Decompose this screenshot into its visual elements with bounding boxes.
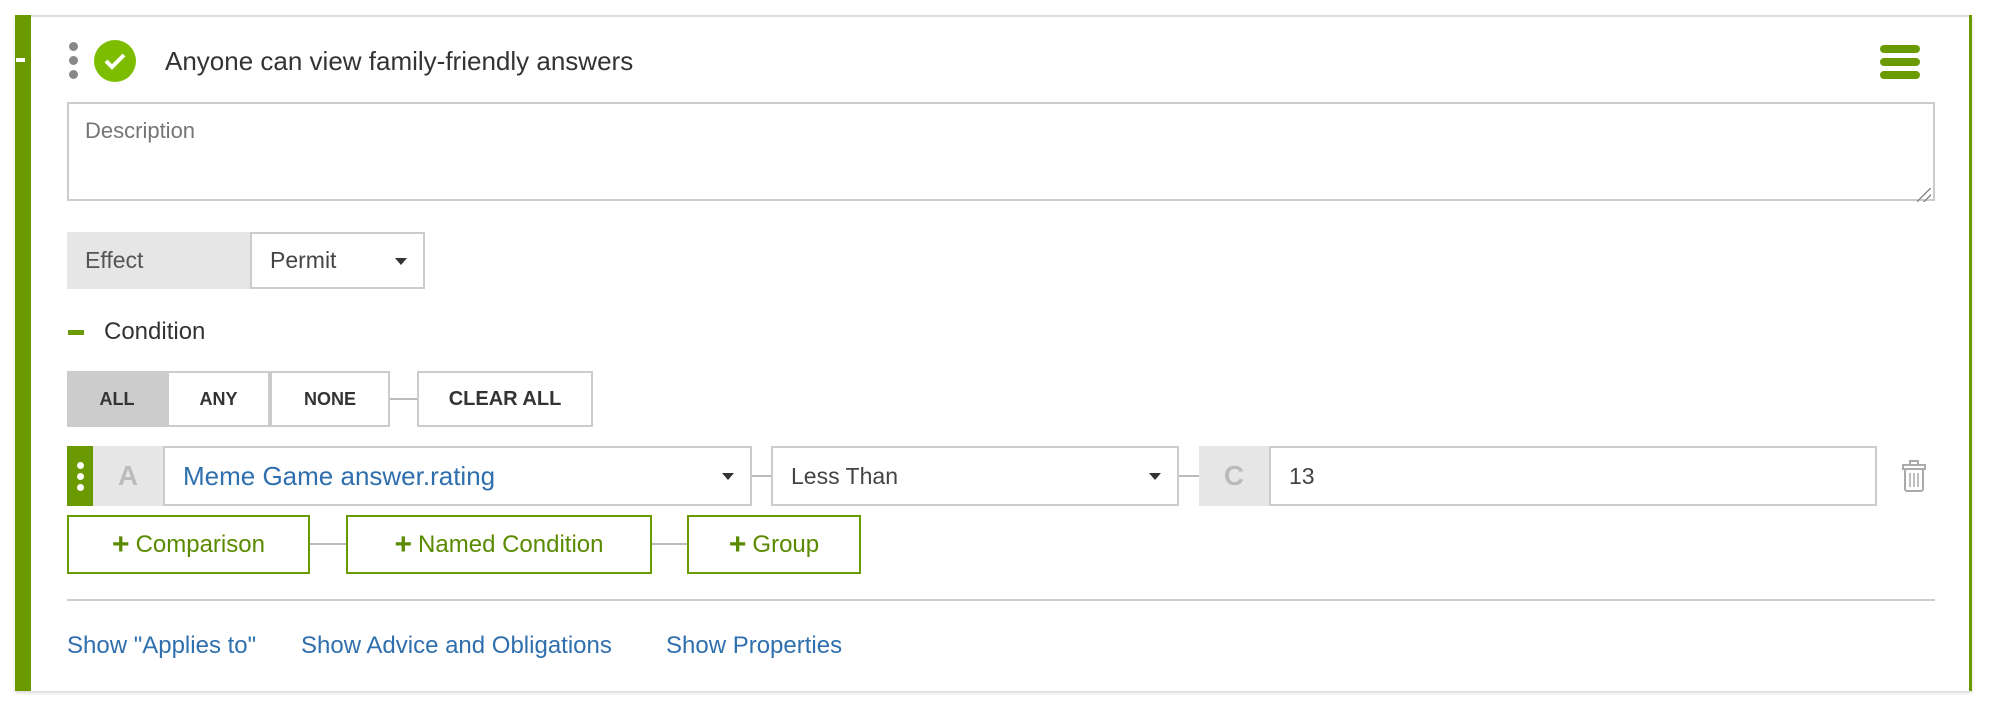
connector-line — [652, 543, 687, 545]
effect-select[interactable]: Permit — [250, 232, 425, 289]
add-comparison-button[interactable]: + Comparison — [67, 515, 310, 574]
comparison-drag-handle[interactable] — [67, 446, 93, 506]
value-text: 13 — [1289, 462, 1315, 489]
plus-icon: + — [394, 527, 413, 561]
collapse-icon[interactable] — [16, 58, 25, 62]
connector-line — [1179, 475, 1199, 477]
rule-title[interactable]: Anyone can view family-friendly answers — [165, 46, 633, 77]
condition-label: Condition — [104, 318, 206, 345]
drag-handle-icon[interactable] — [69, 42, 78, 79]
add-group-button[interactable]: + Group — [687, 515, 861, 574]
attribute-select[interactable]: Meme Game answer.rating — [163, 446, 752, 506]
left-operand-tag: A — [93, 446, 163, 506]
mode-none-button[interactable]: NONE — [270, 371, 390, 427]
attribute-value: Meme Game answer.rating — [183, 460, 496, 491]
description-input[interactable] — [67, 102, 1935, 201]
effect-value: Permit — [270, 247, 337, 273]
divider — [67, 599, 1935, 601]
show-advice-link[interactable]: Show Advice and Obligations — [301, 632, 612, 660]
card-right-border — [1969, 15, 1972, 691]
caret-down-icon — [395, 257, 407, 265]
connector-line — [390, 398, 417, 400]
caret-down-icon — [1149, 473, 1161, 480]
value-input[interactable]: 13 — [1269, 446, 1877, 506]
button-label: Named Condition — [418, 530, 604, 558]
trash-icon[interactable] — [1902, 460, 1926, 497]
collapse-bar[interactable] — [15, 15, 31, 691]
operator-select[interactable]: Less Than — [771, 446, 1179, 506]
add-named-condition-button[interactable]: + Named Condition — [346, 515, 652, 574]
show-properties-link[interactable]: Show Properties — [666, 632, 842, 660]
button-label: Group — [752, 530, 820, 558]
connector-line — [752, 475, 771, 477]
collapse-condition-icon[interactable] — [68, 330, 84, 335]
mode-all-button[interactable]: ALL — [67, 371, 167, 427]
check-circle-icon — [94, 40, 136, 82]
show-applies-to-link[interactable]: Show "Applies to" — [67, 632, 256, 660]
resize-handle-icon[interactable] — [1917, 188, 1931, 202]
menu-icon[interactable] — [1880, 45, 1920, 84]
button-label: Comparison — [135, 530, 265, 558]
connector-line — [310, 543, 346, 545]
clear-all-button[interactable]: CLEAR ALL — [417, 371, 593, 427]
caret-down-icon — [722, 473, 734, 480]
effect-label: Effect — [67, 232, 250, 289]
plus-icon: + — [112, 527, 130, 561]
operator-value: Less Than — [791, 462, 898, 489]
plus-icon: + — [728, 527, 747, 561]
mode-any-button[interactable]: ANY — [167, 371, 270, 427]
right-operand-tag: C — [1199, 446, 1269, 506]
